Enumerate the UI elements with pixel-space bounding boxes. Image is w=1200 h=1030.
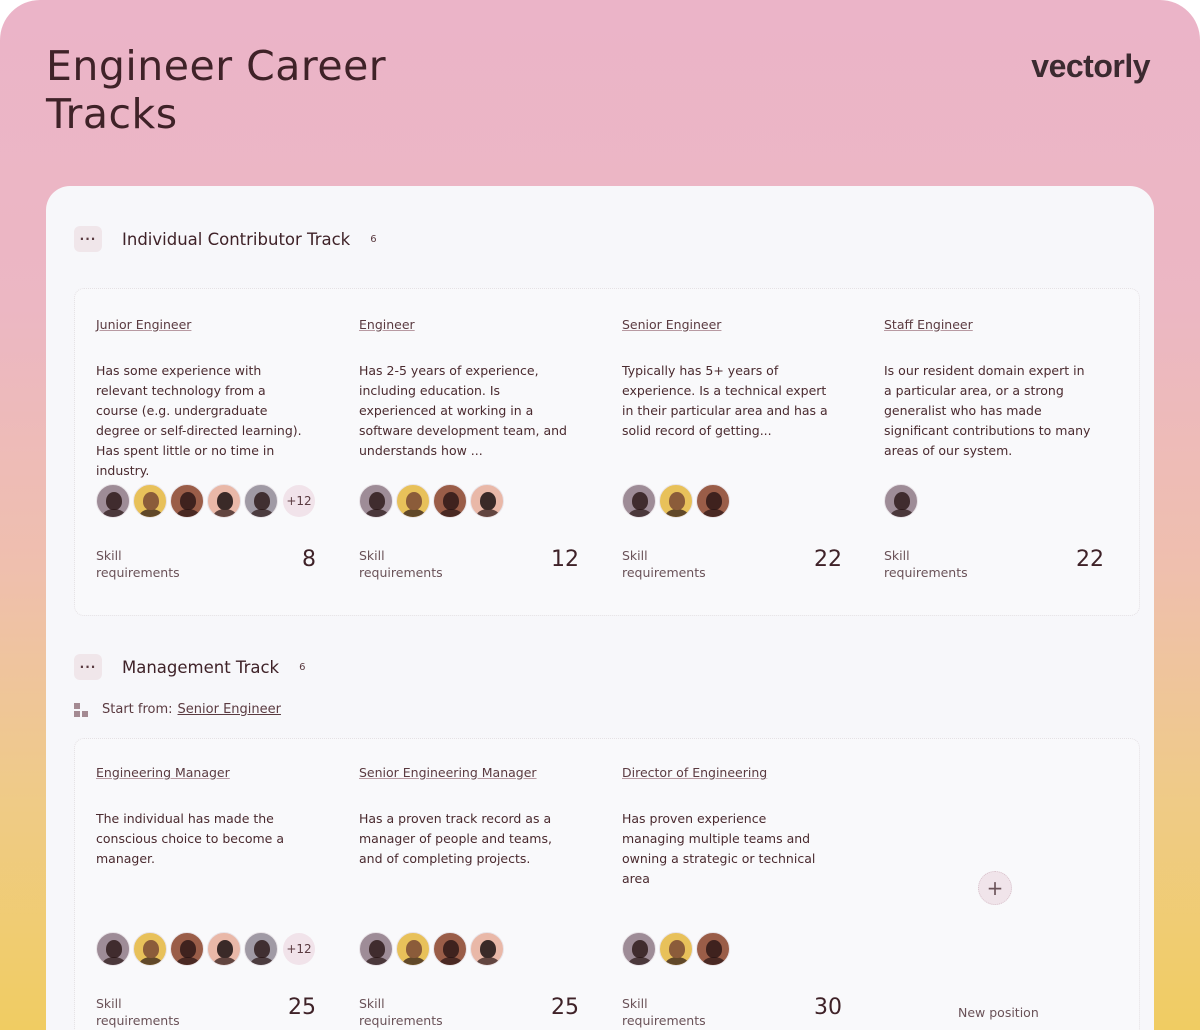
avatar bbox=[133, 932, 167, 966]
position-card[interactable]: Senior Engineer Typically has 5+ years o… bbox=[622, 317, 862, 597]
track-menu-button[interactable]: ··· bbox=[74, 226, 102, 252]
more-avatars-badge[interactable]: +12 bbox=[283, 933, 315, 965]
skill-requirements-label: Skill requirements bbox=[622, 548, 706, 580]
new-position[interactable]: + New position bbox=[928, 859, 1128, 1030]
position-title[interactable]: Senior Engineering Manager bbox=[359, 765, 537, 780]
avatar bbox=[396, 932, 430, 966]
more-avatars-badge[interactable]: +12 bbox=[283, 485, 315, 517]
skill-requirements-count: 25 bbox=[551, 995, 579, 1020]
avatar-group[interactable] bbox=[884, 484, 921, 518]
position-title[interactable]: Staff Engineer bbox=[884, 317, 973, 332]
position-description: Has a proven track record as a manager o… bbox=[359, 811, 552, 866]
skill-requirements-count: 12 bbox=[551, 547, 579, 572]
avatar bbox=[696, 932, 730, 966]
track-header-individual: ··· Individual Contributor Track 6 bbox=[74, 226, 377, 252]
avatar bbox=[170, 932, 204, 966]
position-title[interactable]: Junior Engineer bbox=[96, 317, 191, 332]
position-card[interactable]: Staff Engineer Is our resident domain ex… bbox=[884, 317, 1124, 597]
track-count: 6 bbox=[299, 661, 306, 673]
position-description: Has some experience with relevant techno… bbox=[96, 363, 302, 478]
position-description: Has 2-5 years of experience, including e… bbox=[359, 363, 567, 458]
avatar bbox=[396, 484, 430, 518]
hierarchy-icon bbox=[74, 702, 90, 717]
track-count: 6 bbox=[370, 233, 377, 245]
avatar-group[interactable]: +12 bbox=[96, 484, 315, 518]
avatar bbox=[470, 484, 504, 518]
skill-requirements-count: 30 bbox=[814, 995, 842, 1020]
position-card[interactable]: Junior Engineer Has some experience with… bbox=[96, 317, 336, 597]
avatar bbox=[359, 932, 393, 966]
avatar-group[interactable] bbox=[359, 484, 507, 518]
plus-icon: + bbox=[986, 876, 1004, 900]
avatar bbox=[622, 932, 656, 966]
position-description: Has proven experience managing multiple … bbox=[622, 811, 816, 886]
avatar bbox=[433, 484, 467, 518]
skill-requirements-label: Skill requirements bbox=[622, 996, 706, 1028]
avatar bbox=[207, 484, 241, 518]
avatar bbox=[622, 484, 656, 518]
skill-requirements-label: Skill requirements bbox=[359, 996, 443, 1028]
position-title[interactable]: Engineer bbox=[359, 317, 415, 332]
avatar bbox=[244, 932, 278, 966]
avatar bbox=[170, 484, 204, 518]
new-position-label: New position bbox=[958, 1005, 1039, 1020]
app-frame: Engineer Career Tracks vectorly ··· Indi… bbox=[0, 0, 1200, 1030]
skill-requirements-label: Skill requirements bbox=[359, 548, 443, 580]
start-from-label: Start from: bbox=[102, 702, 173, 717]
position-title[interactable]: Engineering Manager bbox=[96, 765, 230, 780]
vectorly-logo: vectorly bbox=[1031, 48, 1150, 84]
avatar bbox=[96, 484, 130, 518]
avatar bbox=[433, 932, 467, 966]
position-description: Is our resident domain expert in a parti… bbox=[884, 363, 1091, 458]
avatar bbox=[244, 484, 278, 518]
position-card[interactable]: Engineer Has 2-5 years of experience, in… bbox=[359, 317, 599, 597]
position-description: The individual has made the conscious ch… bbox=[96, 811, 284, 866]
skill-requirements-count: 22 bbox=[814, 547, 842, 572]
avatar bbox=[207, 932, 241, 966]
avatar bbox=[884, 484, 918, 518]
page-title: Engineer Career Tracks bbox=[46, 42, 387, 138]
track-header-management: ··· Management Track 6 bbox=[74, 654, 306, 680]
skill-requirements-count: 8 bbox=[302, 547, 316, 572]
avatar bbox=[96, 932, 130, 966]
avatar bbox=[133, 484, 167, 518]
track-name[interactable]: Individual Contributor Track bbox=[122, 230, 350, 249]
start-from-row: Start from: Senior Engineer bbox=[74, 702, 281, 717]
track-section-individual: Junior Engineer Has some experience with… bbox=[74, 288, 1140, 616]
avatar-group[interactable] bbox=[622, 484, 733, 518]
position-card[interactable]: Director of Engineering Has proven exper… bbox=[622, 765, 862, 1030]
more-icon: ··· bbox=[79, 232, 97, 246]
avatar-group[interactable] bbox=[622, 932, 733, 966]
avatar bbox=[359, 484, 393, 518]
position-title[interactable]: Senior Engineer bbox=[622, 317, 721, 332]
position-card[interactable]: Senior Engineering Manager Has a proven … bbox=[359, 765, 599, 1030]
avatar bbox=[659, 484, 693, 518]
add-position-button[interactable]: + bbox=[978, 871, 1012, 905]
skill-requirements-label: Skill requirements bbox=[96, 548, 180, 580]
avatar bbox=[659, 932, 693, 966]
skill-requirements-count: 22 bbox=[1076, 547, 1104, 572]
track-section-management: Engineering Manager The individual has m… bbox=[74, 738, 1140, 1030]
position-card[interactable]: Engineering Manager The individual has m… bbox=[96, 765, 336, 1030]
more-icon: ··· bbox=[79, 660, 97, 674]
avatar bbox=[470, 932, 504, 966]
position-description: Typically has 5+ years of experience. Is… bbox=[622, 363, 828, 438]
avatar-group[interactable] bbox=[359, 932, 507, 966]
skill-requirements-count: 25 bbox=[288, 995, 316, 1020]
avatar bbox=[696, 484, 730, 518]
skill-requirements-label: Skill requirements bbox=[96, 996, 180, 1028]
skill-requirements-label: Skill requirements bbox=[884, 548, 968, 580]
start-from-link[interactable]: Senior Engineer bbox=[178, 702, 281, 717]
track-menu-button[interactable]: ··· bbox=[74, 654, 102, 680]
position-title[interactable]: Director of Engineering bbox=[622, 765, 767, 780]
track-name[interactable]: Management Track bbox=[122, 658, 279, 677]
avatar-group[interactable]: +12 bbox=[96, 932, 315, 966]
tracks-panel: ··· Individual Contributor Track 6 Junio… bbox=[46, 186, 1154, 1030]
